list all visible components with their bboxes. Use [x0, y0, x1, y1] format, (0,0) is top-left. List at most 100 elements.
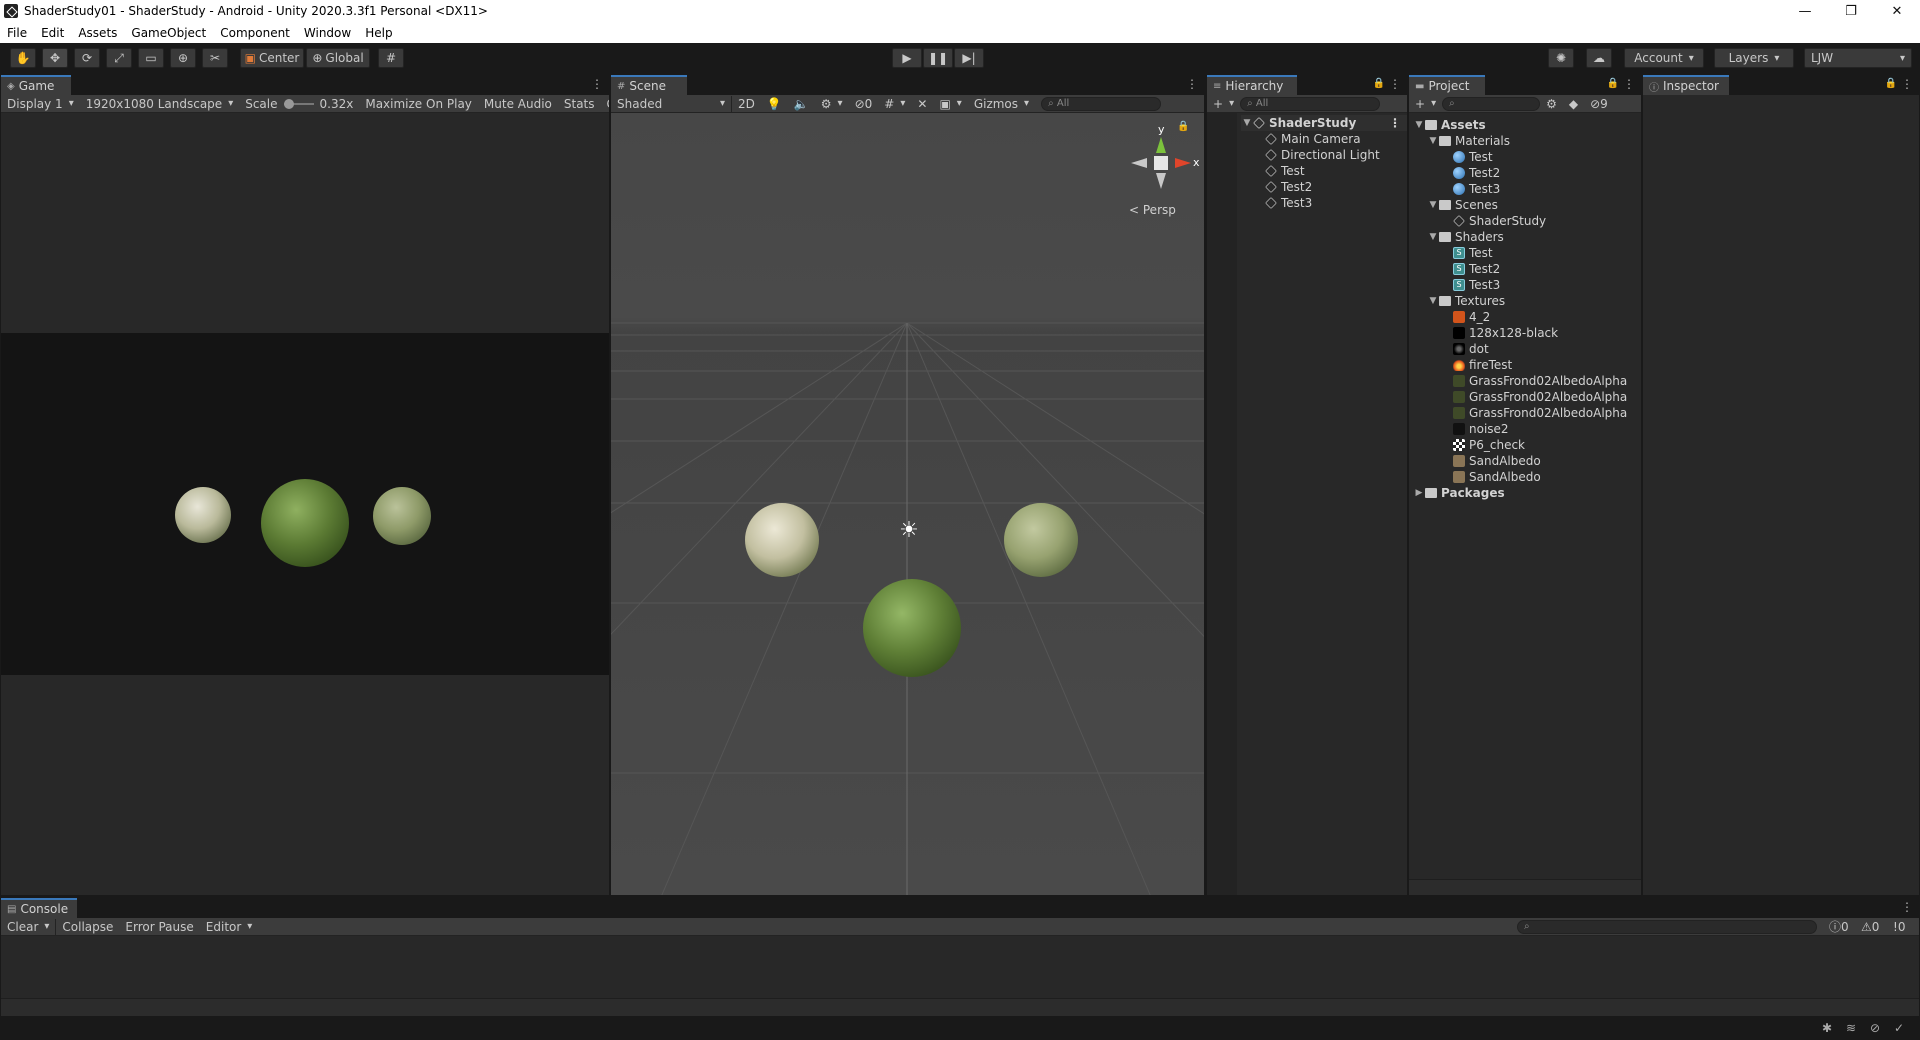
- kebab-menu-icon[interactable]: ⋮: [1389, 115, 1401, 131]
- cache-icon[interactable]: ≋: [1846, 1021, 1856, 1035]
- layout-dropdown[interactable]: LJW: [1804, 48, 1912, 68]
- scene-root-row[interactable]: ▼ ShaderStudy ⋮: [1241, 115, 1407, 131]
- tab-scene[interactable]: # Scene: [611, 75, 687, 95]
- create-add-button[interactable]: +: [1409, 97, 1442, 111]
- error-count-toggle[interactable]: ! 0: [1887, 920, 1911, 934]
- project-item[interactable]: ShaderStudy: [1453, 213, 1546, 229]
- tab-hierarchy[interactable]: ≡ Hierarchy: [1207, 75, 1297, 95]
- hierarchy-item-test[interactable]: Test: [1265, 163, 1305, 179]
- lighting-toggle-icon[interactable]: 💡: [761, 97, 788, 111]
- kebab-menu-icon[interactable]: ⋮: [1901, 900, 1913, 914]
- scene-viewport[interactable]: ☀ y x 🔒 < Persp: [611, 113, 1204, 895]
- rect-tool-icon[interactable]: ▭: [138, 48, 164, 68]
- project-item[interactable]: SandAlbedo: [1453, 453, 1541, 469]
- filter-type-icon[interactable]: ⚙: [1540, 97, 1563, 111]
- clear-button[interactable]: Clear: [1, 920, 55, 934]
- kebab-menu-icon[interactable]: ⋮: [1901, 77, 1913, 91]
- lock-icon[interactable]: 🔒: [1885, 78, 1897, 89]
- account-dropdown[interactable]: Account: [1624, 48, 1704, 68]
- menu-file[interactable]: File: [7, 26, 27, 40]
- chevron-down-icon[interactable]: ▼: [1413, 117, 1425, 133]
- project-folder-shaders[interactable]: ▼ Shaders: [1427, 229, 1504, 245]
- pivot-mode-button[interactable]: ▣ Center: [240, 48, 304, 68]
- scale-slider[interactable]: [283, 98, 314, 109]
- resolution-dropdown[interactable]: 1920x1080 Landscape: [80, 97, 240, 111]
- pause-button[interactable]: ❚❚: [923, 48, 953, 68]
- project-packages-root[interactable]: ▶ Packages: [1413, 485, 1505, 501]
- close-button[interactable]: ✕: [1874, 0, 1920, 22]
- lock-icon[interactable]: 🔒: [1177, 121, 1189, 132]
- log-count-toggle[interactable]: ⓘ 0: [1823, 918, 1855, 935]
- chevron-down-icon[interactable]: ▼: [1427, 133, 1439, 149]
- audio-toggle-icon[interactable]: 🔈: [788, 97, 815, 111]
- layers-dropdown[interactable]: Layers: [1714, 48, 1794, 68]
- transform-tool-icon[interactable]: ⊕: [170, 48, 196, 68]
- snap-grid-icon[interactable]: #: [378, 48, 404, 68]
- editor-dropdown[interactable]: Editor: [200, 920, 259, 934]
- project-item[interactable]: GrassFrond02AlbedoAlpha: [1453, 389, 1627, 405]
- menu-window[interactable]: Window: [304, 26, 351, 40]
- collab-icon[interactable]: ✺: [1548, 48, 1574, 68]
- hierarchy-item-test3[interactable]: Test3: [1265, 195, 1312, 211]
- chevron-down-icon[interactable]: ▼: [1427, 229, 1439, 245]
- persp-label[interactable]: < Persp: [1129, 203, 1176, 217]
- tab-inspector[interactable]: ⓘ Inspector: [1643, 75, 1729, 95]
- hierarchy-search-input[interactable]: ⌕ All: [1240, 96, 1381, 111]
- restore-button[interactable]: ❐: [1828, 0, 1874, 22]
- directional-light-icon[interactable]: ☀: [897, 519, 921, 543]
- gizmos-toggle[interactable]: Giz: [601, 97, 609, 111]
- project-item[interactable]: 4_2: [1453, 309, 1490, 325]
- project-folder-textures[interactable]: ▼ Textures: [1427, 293, 1506, 309]
- menu-gameobject[interactable]: GameObject: [131, 26, 206, 40]
- project-item[interactable]: SandAlbedo: [1453, 469, 1541, 485]
- menu-assets[interactable]: Assets: [78, 26, 117, 40]
- project-item[interactable]: GrassFrond02AlbedoAlpha: [1453, 373, 1627, 389]
- project-item[interactable]: Test: [1453, 149, 1493, 165]
- custom-tool-icon[interactable]: ✂: [202, 48, 228, 68]
- menu-component[interactable]: Component: [220, 26, 290, 40]
- auto-generate-lighting-icon[interactable]: ⊘: [1870, 1021, 1880, 1035]
- visibility-toggle[interactable]: ⊘ 0: [849, 97, 879, 111]
- hierarchy-item-main-camera[interactable]: Main Camera: [1265, 131, 1361, 147]
- stats-toggle[interactable]: Stats: [558, 97, 601, 111]
- project-item[interactable]: Test2: [1453, 165, 1500, 181]
- scale-slider-thumb[interactable]: [283, 98, 294, 109]
- kebab-menu-icon[interactable]: ⋮: [1389, 77, 1401, 91]
- gizmos-dropdown[interactable]: Gizmos: [968, 97, 1035, 111]
- move-tool-icon[interactable]: ✥: [42, 48, 68, 68]
- step-button[interactable]: ▶|: [954, 48, 984, 68]
- display-dropdown[interactable]: Display 1: [1, 97, 80, 111]
- project-item[interactable]: GrassFrond02AlbedoAlpha: [1453, 405, 1627, 421]
- project-item[interactable]: fireTest: [1453, 357, 1512, 373]
- tab-project[interactable]: ▬ Project: [1409, 75, 1485, 95]
- collapse-toggle[interactable]: Collapse: [56, 920, 119, 934]
- hidden-packages-toggle[interactable]: ⊘ 9: [1584, 97, 1614, 111]
- sphere-test2-scene[interactable]: [863, 579, 961, 677]
- mute-audio-toggle[interactable]: Mute Audio: [478, 97, 558, 111]
- sphere-test-scene[interactable]: [745, 503, 819, 577]
- scene-orientation-gizmo[interactable]: y x: [1121, 123, 1201, 203]
- camera-icon[interactable]: ▣: [933, 97, 967, 111]
- project-item[interactable]: 128x128-black: [1453, 325, 1558, 341]
- project-search-input[interactable]: ⌕: [1442, 96, 1541, 111]
- hand-tool-icon[interactable]: ✋: [10, 48, 36, 68]
- project-item[interactable]: Test3: [1453, 181, 1500, 197]
- lock-icon[interactable]: 🔒: [1607, 78, 1619, 89]
- grid-toggle-icon[interactable]: #: [878, 97, 911, 111]
- cloud-icon[interactable]: ☁: [1586, 48, 1612, 68]
- 2d-toggle[interactable]: 2D: [732, 97, 761, 111]
- scene-search-input[interactable]: ⌕ All: [1041, 96, 1162, 111]
- kebab-menu-icon[interactable]: ⋮: [1186, 77, 1198, 91]
- lock-icon[interactable]: 🔒: [1373, 78, 1385, 89]
- menu-edit[interactable]: Edit: [41, 26, 64, 40]
- filter-label-icon[interactable]: ◆: [1563, 97, 1584, 111]
- project-item[interactable]: S Test2: [1453, 261, 1500, 277]
- scale-tool-icon[interactable]: ⤢: [106, 48, 132, 68]
- chevron-down-icon[interactable]: ▼: [1427, 197, 1439, 213]
- project-folder-materials[interactable]: ▼ Materials: [1427, 133, 1510, 149]
- create-add-button[interactable]: +: [1207, 97, 1240, 111]
- tools-icon[interactable]: ✕: [911, 97, 933, 111]
- project-item[interactable]: S Test3: [1453, 277, 1500, 293]
- warning-count-toggle[interactable]: ⚠ 0: [1855, 920, 1885, 934]
- hierarchy-item-directional-light[interactable]: Directional Light: [1265, 147, 1380, 163]
